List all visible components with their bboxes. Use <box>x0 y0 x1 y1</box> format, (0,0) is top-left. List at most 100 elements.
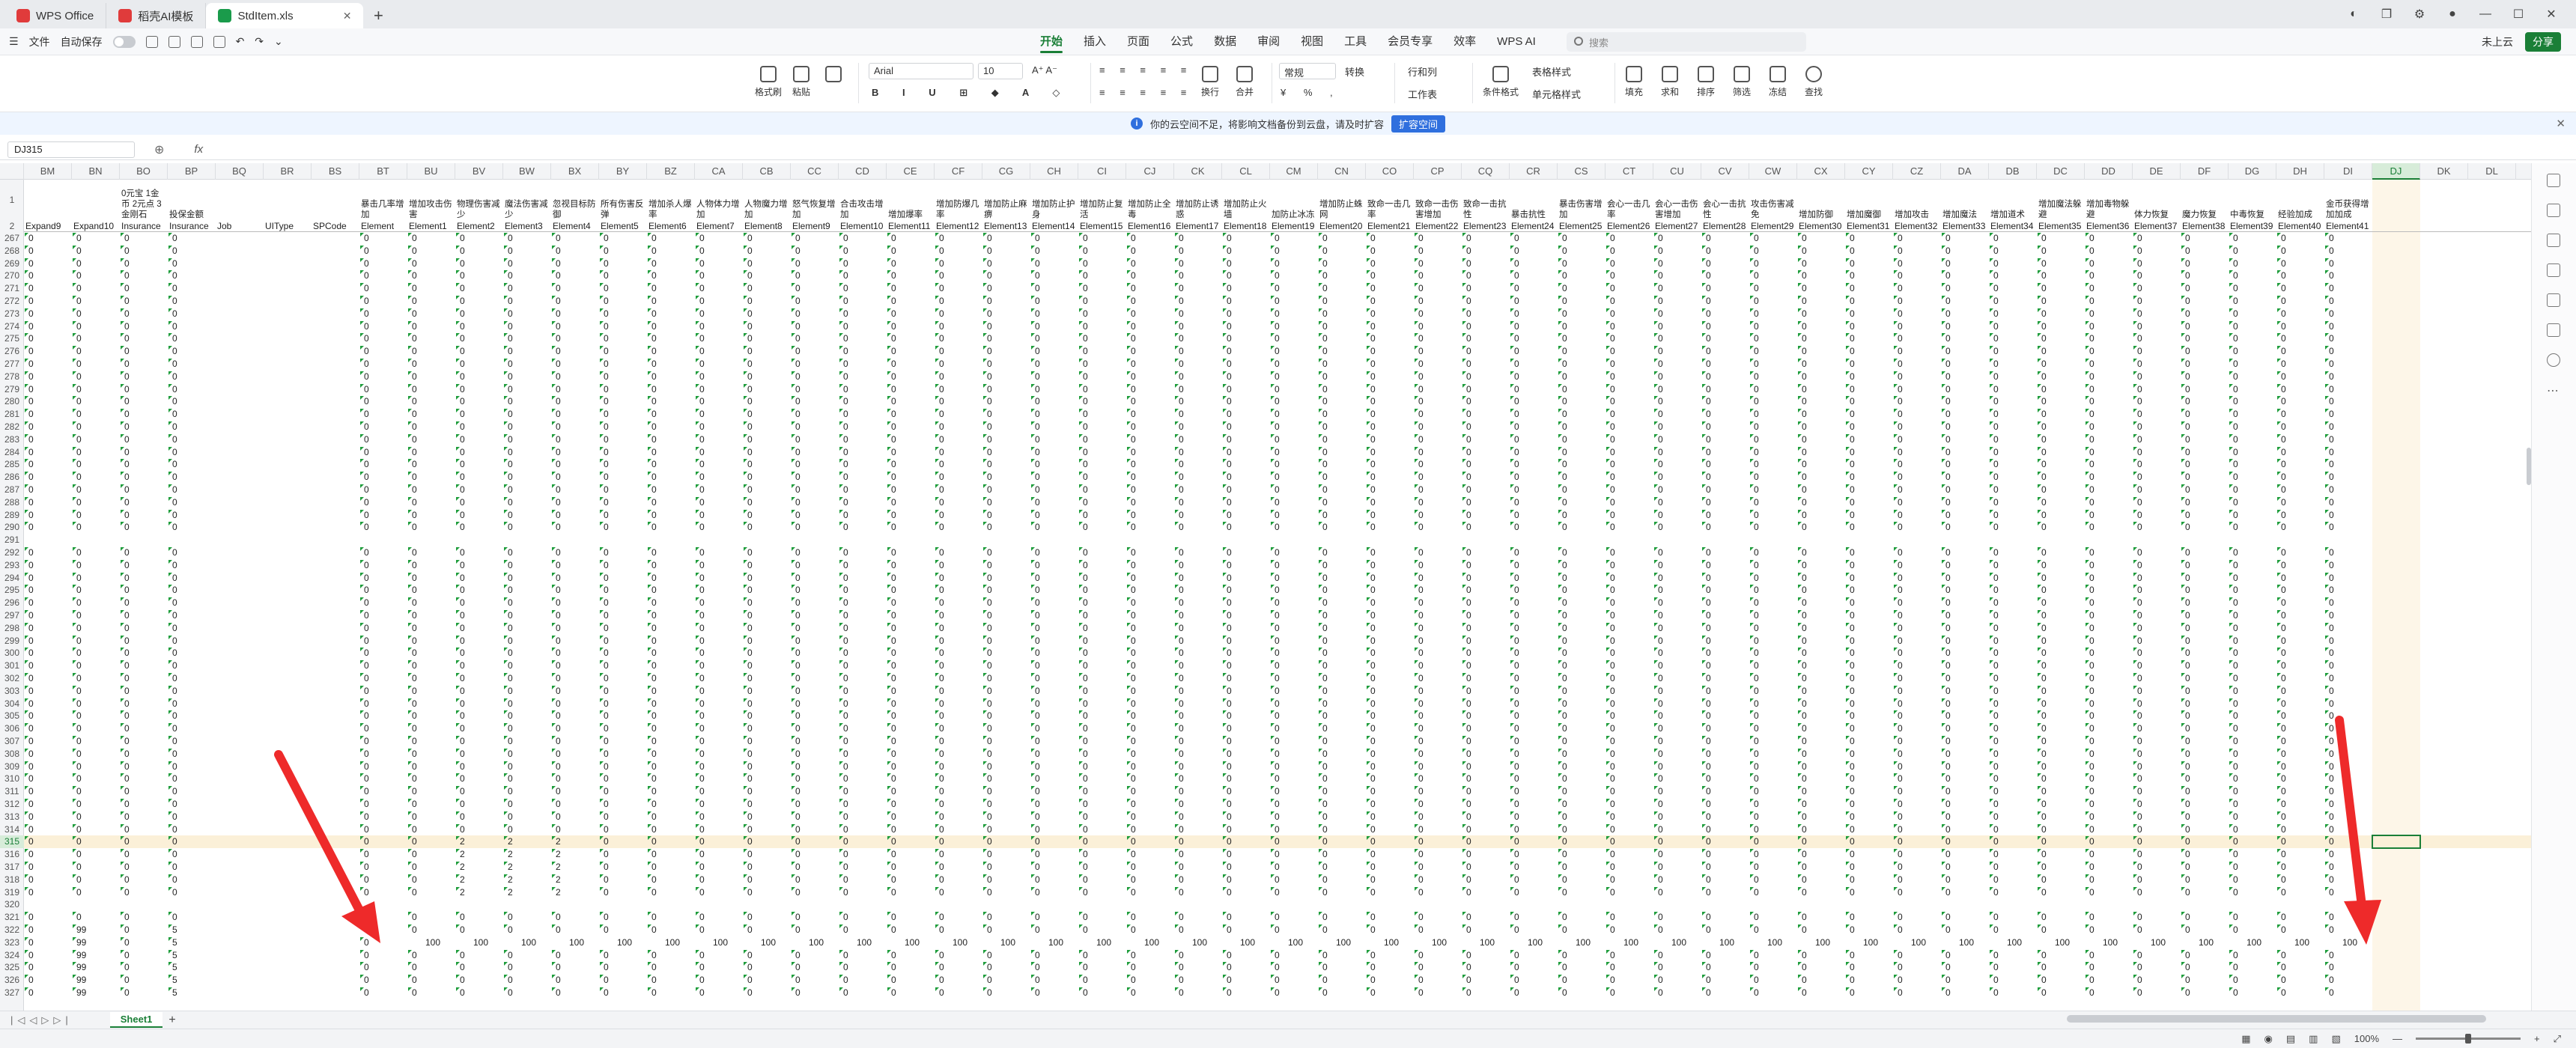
cell-value[interactable]: 0 <box>364 497 369 508</box>
cell-value[interactable]: 0 <box>1514 233 1519 243</box>
row-header[interactable]: 269 <box>0 258 24 270</box>
cell-value[interactable]: 0 <box>2233 849 2238 859</box>
column-title-cn[interactable]: 增加魔御 <box>1847 181 1892 220</box>
cell-value[interactable]: 0 <box>1850 698 1855 709</box>
cell-value[interactable]: 0 <box>1179 660 1184 671</box>
cell-value[interactable]: 0 <box>508 409 513 419</box>
cell-value[interactable]: 0 <box>172 321 177 332</box>
cell-value[interactable]: 0 <box>1514 623 1519 633</box>
cell-value[interactable]: 0 <box>1275 447 1280 457</box>
cell-value[interactable]: 0 <box>2041 258 2047 269</box>
cell-value[interactable]: 0 <box>1945 824 1951 835</box>
cell-value[interactable]: 0 <box>1275 773 1280 784</box>
cell-value[interactable]: 0 <box>1131 560 1136 570</box>
cell-value[interactable]: 0 <box>1754 547 1759 558</box>
cell-value[interactable]: 0 <box>2089 308 2094 319</box>
cell-value[interactable]: 0 <box>460 308 465 319</box>
cell-value[interactable]: 0 <box>1802 258 1807 269</box>
cell-value[interactable]: 0 <box>1754 710 1759 721</box>
column-title-cn[interactable]: 增加魔法躲避 <box>2038 181 2083 220</box>
cell-value[interactable]: 0 <box>1898 510 1903 520</box>
field-name-cell[interactable]: Element7 <box>696 221 743 231</box>
cell-value[interactable]: 0 <box>1466 636 1471 646</box>
cell-value[interactable]: 0 <box>1275 610 1280 621</box>
cell-value[interactable]: 0 <box>1754 434 1759 445</box>
cell-value[interactable]: 0 <box>1083 673 1088 683</box>
cell-value[interactable]: 0 <box>2041 371 2047 382</box>
cell-value[interactable]: 0 <box>1658 396 1663 406</box>
cell-value[interactable]: 0 <box>124 270 130 281</box>
cell-value[interactable]: 0 <box>651 560 657 570</box>
column-header[interactable]: BR <box>264 163 312 180</box>
field-name-cell[interactable]: Element27 <box>1655 221 1701 231</box>
cell-value[interactable]: 0 <box>1035 573 1040 583</box>
cell-value[interactable]: 0 <box>1993 359 1999 369</box>
cell-value[interactable]: 0 <box>1514 560 1519 570</box>
cell-value[interactable]: 0 <box>1802 723 1807 734</box>
cell-value[interactable]: 0 <box>843 761 848 772</box>
cell-value[interactable]: 0 <box>2137 836 2142 847</box>
cell-value[interactable]: 0 <box>1418 786 1424 796</box>
cell-value[interactable]: 0 <box>1227 736 1232 746</box>
cell-value[interactable]: 0 <box>460 258 465 269</box>
cell-value[interactable]: 0 <box>1083 321 1088 332</box>
column-title-cn[interactable]: 增加攻击 <box>1895 181 1939 220</box>
cell-value[interactable]: 0 <box>1802 560 1807 570</box>
cell-value[interactable]: 0 <box>1514 824 1519 835</box>
cell-value[interactable]: 0 <box>1898 610 1903 621</box>
row-header[interactable]: 304 <box>0 698 24 710</box>
cell-value[interactable]: 0 <box>1898 333 1903 344</box>
cell-value[interactable]: 0 <box>2137 686 2142 696</box>
cell-value[interactable]: 0 <box>1945 283 1951 293</box>
cell-value[interactable]: 0 <box>699 459 705 469</box>
cell-value[interactable]: 0 <box>1275 749 1280 759</box>
cell-value[interactable]: 0 <box>604 510 609 520</box>
cell-value[interactable]: 0 <box>172 660 177 671</box>
cell-value[interactable]: 0 <box>1514 636 1519 646</box>
cell-value[interactable]: 0 <box>2185 270 2190 281</box>
cell-value[interactable]: 0 <box>1658 547 1663 558</box>
cell-value[interactable]: 0 <box>1850 384 1855 394</box>
cell-value[interactable]: 0 <box>76 497 82 508</box>
cell-value[interactable]: 0 <box>1802 497 1807 508</box>
cell-value[interactable]: 0 <box>2137 811 2142 822</box>
cell-value[interactable]: 0 <box>1993 660 1999 671</box>
cell-value[interactable]: 0 <box>1754 573 1759 583</box>
row-header[interactable]: 2 <box>0 220 24 232</box>
cell-value[interactable]: 0 <box>556 497 561 508</box>
cell-value[interactable]: 0 <box>2185 597 2190 608</box>
cell-value[interactable]: 0 <box>1898 321 1903 332</box>
cell-value[interactable]: 0 <box>1850 409 1855 419</box>
cell-value[interactable]: 0 <box>699 484 705 495</box>
cell-value[interactable]: 0 <box>364 773 369 784</box>
cell-value[interactable]: 0 <box>2185 736 2190 746</box>
cell-value[interactable]: 0 <box>987 484 992 495</box>
cell-value[interactable]: 0 <box>1658 233 1663 243</box>
cell-value[interactable]: 0 <box>1275 472 1280 482</box>
cell-value[interactable]: 0 <box>508 648 513 658</box>
cell-value[interactable]: 0 <box>2281 270 2286 281</box>
cell-value[interactable]: 0 <box>1945 447 1951 457</box>
cell-value[interactable]: 0 <box>364 308 369 319</box>
cell-value[interactable]: 0 <box>651 749 657 759</box>
cell-value[interactable]: 0 <box>412 849 417 859</box>
cell-value[interactable]: 0 <box>1802 246 1807 256</box>
cell-value[interactable]: 0 <box>76 371 82 382</box>
cell-value[interactable]: 0 <box>412 811 417 822</box>
cell-value[interactable]: 0 <box>1754 497 1759 508</box>
cell-value[interactable]: 0 <box>1706 710 1711 721</box>
cell-value[interactable]: 0 <box>364 585 369 595</box>
cell-value[interactable]: 0 <box>1898 786 1903 796</box>
cell-value[interactable]: 0 <box>172 597 177 608</box>
cell-value[interactable]: 0 <box>1754 597 1759 608</box>
cell-value[interactable]: 0 <box>2185 308 2190 319</box>
cell-value[interactable]: 0 <box>1227 623 1232 633</box>
cell-value[interactable]: 0 <box>76 434 82 445</box>
align-icons[interactable]: ≡ ≡ ≡ ≡ ≡ <box>1099 87 1192 98</box>
cell-value[interactable]: 0 <box>1562 773 1567 784</box>
cell-value[interactable]: 0 <box>2185 686 2190 696</box>
cell-value[interactable]: 0 <box>1179 786 1184 796</box>
cell-value[interactable]: 0 <box>1131 610 1136 621</box>
cell-value[interactable]: 0 <box>1945 346 1951 356</box>
cell-value[interactable]: 0 <box>1658 585 1663 595</box>
